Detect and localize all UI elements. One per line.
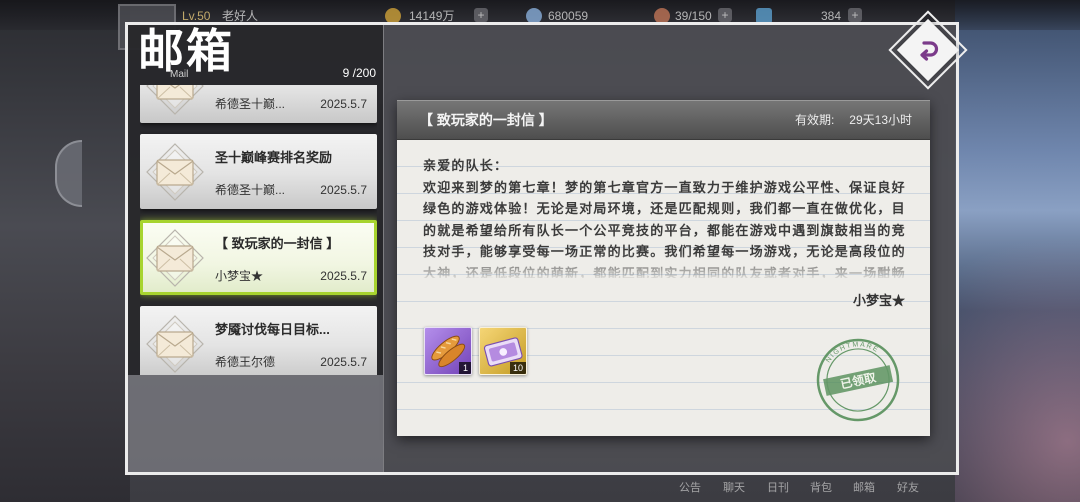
ticket-amount: 384	[821, 9, 842, 23]
menu-announcement: 公告	[679, 482, 701, 494]
attachment-item[interactable]: 10	[479, 327, 527, 375]
mail-item-date: 2025.5.7	[320, 269, 367, 283]
mail-item-sender: 希德王尔德	[215, 355, 276, 369]
envelope-icon	[145, 228, 205, 288]
add-ticket-icon: +	[848, 8, 862, 22]
attachment-item[interactable]: 1	[424, 327, 472, 375]
gem-amount: 680059	[548, 9, 589, 23]
expiry-label: 有效期:	[795, 113, 835, 127]
letter-signature: 小梦宝★	[852, 293, 905, 308]
mail-item-date: 2025.5.7	[320, 97, 367, 111]
mail-item-sender: 希德圣十巅...	[215, 183, 286, 197]
player-level: Lv.50	[182, 9, 211, 23]
letter-title: 【 致玩家的一封信 】	[419, 112, 553, 128]
mail-count: 9 /200	[342, 66, 376, 80]
mail-item-title: 【 致玩家的一封信 】	[215, 236, 340, 251]
mail-list-footer	[128, 375, 383, 472]
stamina-amount: 39/150	[675, 9, 712, 23]
mail-item-sender: 小梦宝★	[215, 269, 264, 283]
mail-item[interactable]: 希德圣十巅... 2025.5.7	[140, 85, 377, 123]
attachment-list: 1 10	[424, 327, 544, 375]
player-nickname: 老好人	[222, 9, 259, 23]
envelope-icon	[145, 314, 205, 374]
claimed-stamp: NIGHTMARE 已领取	[816, 336, 900, 422]
mail-item-sender: 希德圣十巅...	[215, 97, 286, 111]
menu-friends: 好友	[897, 482, 919, 494]
item-count: 1	[459, 362, 471, 374]
mail-item-date: 2025.5.7	[320, 183, 367, 197]
background-scenery	[955, 0, 1080, 502]
return-arrow-icon[interactable]	[914, 36, 942, 64]
letter-paragraph: 欢迎来到梦的第七章！梦的第七章官方一直致力于维护游戏公平性、保证良好绿色的游戏体…	[423, 179, 906, 278]
mail-item-date: 2025.5.7	[320, 355, 367, 369]
expiry-value: 29天13小时	[849, 113, 912, 127]
letter-content[interactable]: 亲爱的队长： 欢迎来到梦的第七章！梦的第七章官方一直致力于维护游戏公平性、保证良…	[423, 155, 908, 278]
envelope-icon	[145, 142, 205, 202]
mail-item-title: 梦魇讨伐每日目标...	[215, 322, 330, 337]
menu-bag: 背包	[810, 482, 832, 494]
menu-daily: 日刊	[767, 482, 789, 494]
letter-header: 【 致玩家的一封信 】 有效期: 29天13小时	[397, 100, 930, 140]
menu-mail: 邮箱	[853, 482, 875, 494]
letter-body: 亲爱的队长： 欢迎来到梦的第七章！梦的第七章官方一直致力于维护游戏公平性、保证良…	[397, 140, 930, 436]
mail-list[interactable]: 希德圣十巅... 2025.5.7 圣十巅峰赛排名奖励 希德圣十巅... 202…	[140, 85, 377, 375]
ticket-icon	[756, 8, 772, 24]
page-subtitle: Mail	[170, 69, 189, 80]
letter-view: 【 致玩家的一封信 】 有效期: 29天13小时 亲爱的队长： 欢迎来到梦的第七…	[397, 100, 930, 436]
mail-item[interactable]: 圣十巅峰赛排名奖励 希德圣十巅... 2025.5.7	[140, 134, 377, 209]
menu-chat: 聊天	[723, 482, 745, 494]
background-left	[0, 0, 130, 502]
coin-amount: 14149万	[409, 9, 455, 23]
item-count: 10	[509, 362, 526, 374]
add-coin-icon: +	[474, 8, 488, 22]
envelope-icon	[145, 85, 205, 116]
mail-item[interactable]: 【 致玩家的一封信 】 小梦宝★ 2025.5.7	[140, 220, 377, 295]
gem-icon	[526, 8, 542, 24]
panel-divider	[383, 25, 384, 472]
mail-item-title: 圣十巅峰赛排名奖励	[215, 150, 333, 165]
letter-greeting: 亲爱的队长：	[423, 158, 509, 173]
coin-icon	[385, 8, 401, 24]
mail-item[interactable]: 梦魇讨伐每日目标... 希德王尔德 2025.5.7	[140, 306, 377, 375]
stamina-icon	[654, 8, 670, 24]
add-stamina-icon: +	[718, 8, 732, 22]
